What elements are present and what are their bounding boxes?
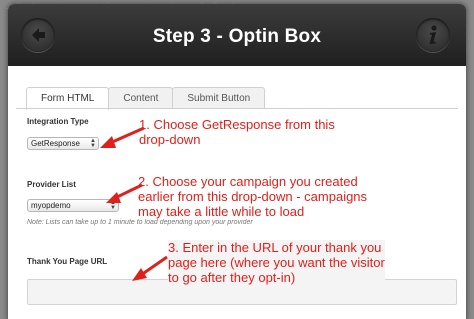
optin-modal: Step 3 - Optin Box Form HTML Content Sub…	[8, 4, 466, 319]
callout-3-line-3: to go after they opt-in)	[168, 270, 296, 285]
provider-list-label: Provider List	[27, 180, 76, 189]
tab-submit-button[interactable]: Submit Button	[172, 87, 266, 109]
tab-content[interactable]: Content	[108, 87, 174, 109]
integration-type-select[interactable]: GetResponse ▲ ▼	[27, 137, 99, 150]
callout-step-3: 3. Enter in the URL of your thank you pa…	[168, 240, 385, 285]
callout-2-line-2: earlier from this drop-down - campaigns	[138, 189, 368, 204]
callout-1-line-2: drop-down	[139, 132, 201, 147]
provider-list-value: myopdemo	[31, 201, 71, 210]
tab-bar: Form HTML Content Submit Button	[26, 87, 266, 110]
tab-form-html[interactable]: Form HTML	[26, 87, 110, 110]
callout-3-line-2: page here (where you want the visitor	[168, 255, 385, 270]
callout-2-line-3: may take a little while to load	[138, 204, 305, 219]
callout-1-line-1: 1. Choose GetResponse from this	[139, 117, 335, 132]
callout-2-line-1: 2. Choose your campaign you created	[138, 174, 358, 189]
modal-header: Step 3 - Optin Box	[8, 4, 466, 66]
integration-type-value: GetResponse	[31, 139, 80, 148]
info-button[interactable]	[416, 18, 450, 52]
thank-you-url-label: Thank You Page URL	[27, 257, 108, 266]
arrow-1-icon	[100, 126, 145, 148]
integration-type-label: Integration Type	[27, 117, 89, 126]
modal-title: Step 3 - Optin Box	[152, 26, 322, 47]
provider-note: Note: Lists can take up to 1 minute to l…	[27, 219, 253, 226]
callout-step-1: 1. Choose GetResponse from this drop-dow…	[139, 117, 335, 147]
callout-3-line-1: 3. Enter in the URL of your thank you	[168, 240, 382, 255]
tab-divider	[16, 108, 458, 109]
callout-step-2: 2. Choose your campaign you created earl…	[138, 174, 368, 219]
arrow-3-icon	[132, 255, 168, 281]
select-arrows-icon: ▲▼	[90, 138, 96, 149]
arrow-2-icon	[106, 183, 143, 203]
info-icon	[429, 25, 437, 44]
